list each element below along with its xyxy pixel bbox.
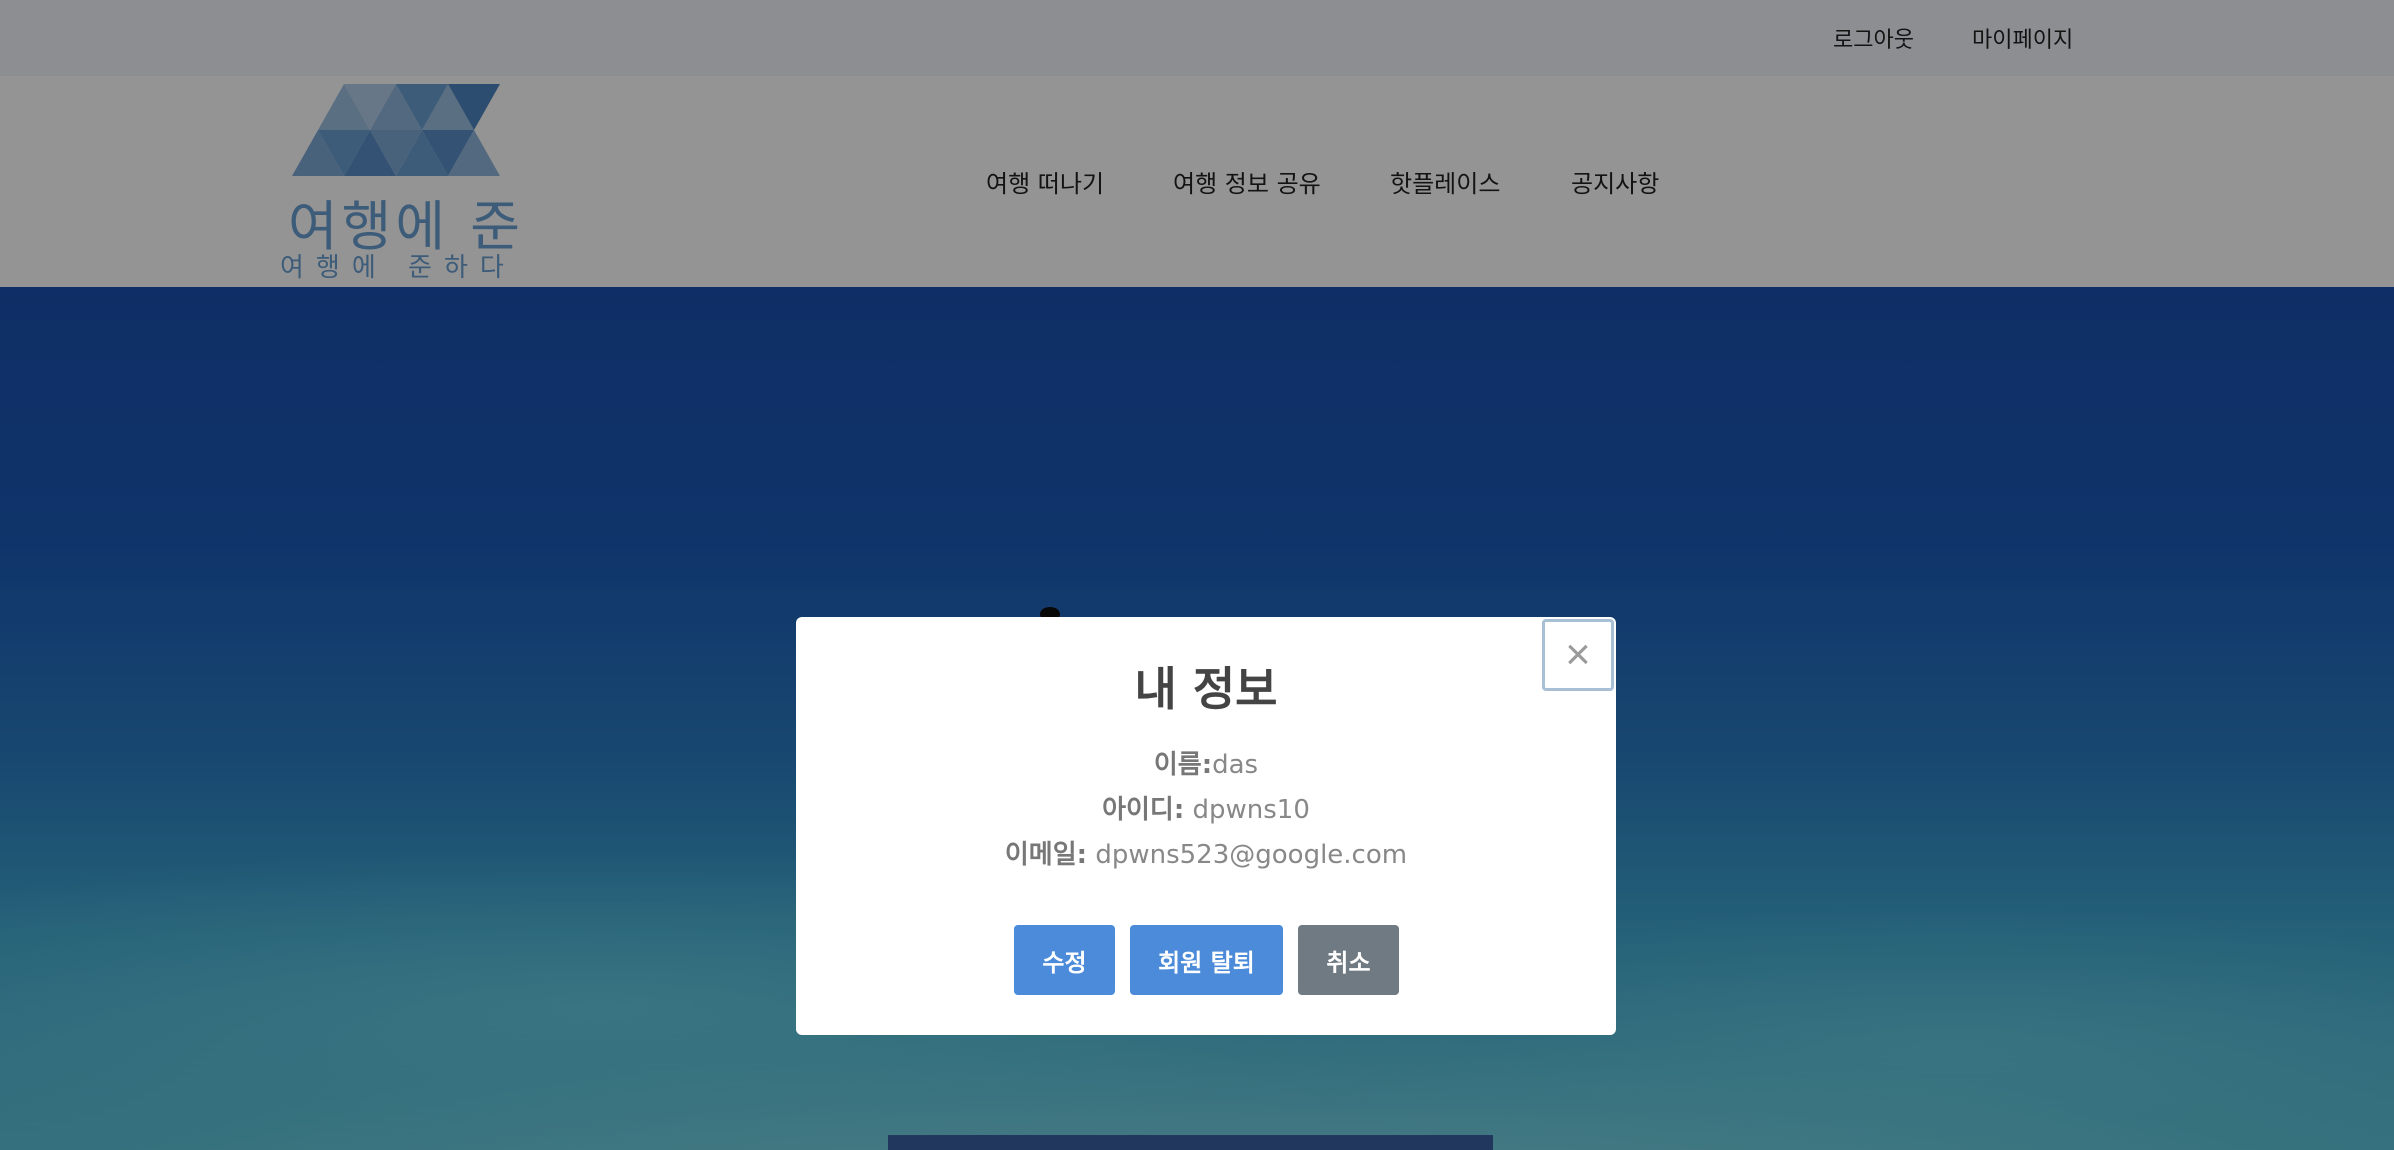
edit-button[interactable]: 수정 xyxy=(1014,925,1115,995)
modal-backdrop[interactable]: × 내 정보 이름:das 아이디: dpwns10 이메일: dpwns523… xyxy=(0,0,2394,1150)
email-row: 이메일: dpwns523@google.com xyxy=(796,833,1616,878)
withdraw-button[interactable]: 회원 탈퇴 xyxy=(1130,925,1283,995)
user-info: 이름:das 아이디: dpwns10 이메일: dpwns523@google… xyxy=(796,743,1616,878)
name-label: 이름: xyxy=(1153,750,1213,780)
id-label: 아이디: xyxy=(1102,795,1185,825)
id-row: 아이디: dpwns10 xyxy=(796,788,1616,833)
email-label: 이메일: xyxy=(1004,840,1088,870)
name-value: das xyxy=(1212,750,1259,780)
cancel-button[interactable]: 취소 xyxy=(1298,925,1399,995)
name-row: 이름:das xyxy=(796,743,1616,788)
email-value: dpwns523@google.com xyxy=(1087,840,1408,870)
my-info-modal: × 내 정보 이름:das 아이디: dpwns10 이메일: dpwns523… xyxy=(796,617,1616,1035)
id-value: dpwns10 xyxy=(1184,795,1310,825)
modal-title: 내 정보 xyxy=(1134,662,1278,716)
